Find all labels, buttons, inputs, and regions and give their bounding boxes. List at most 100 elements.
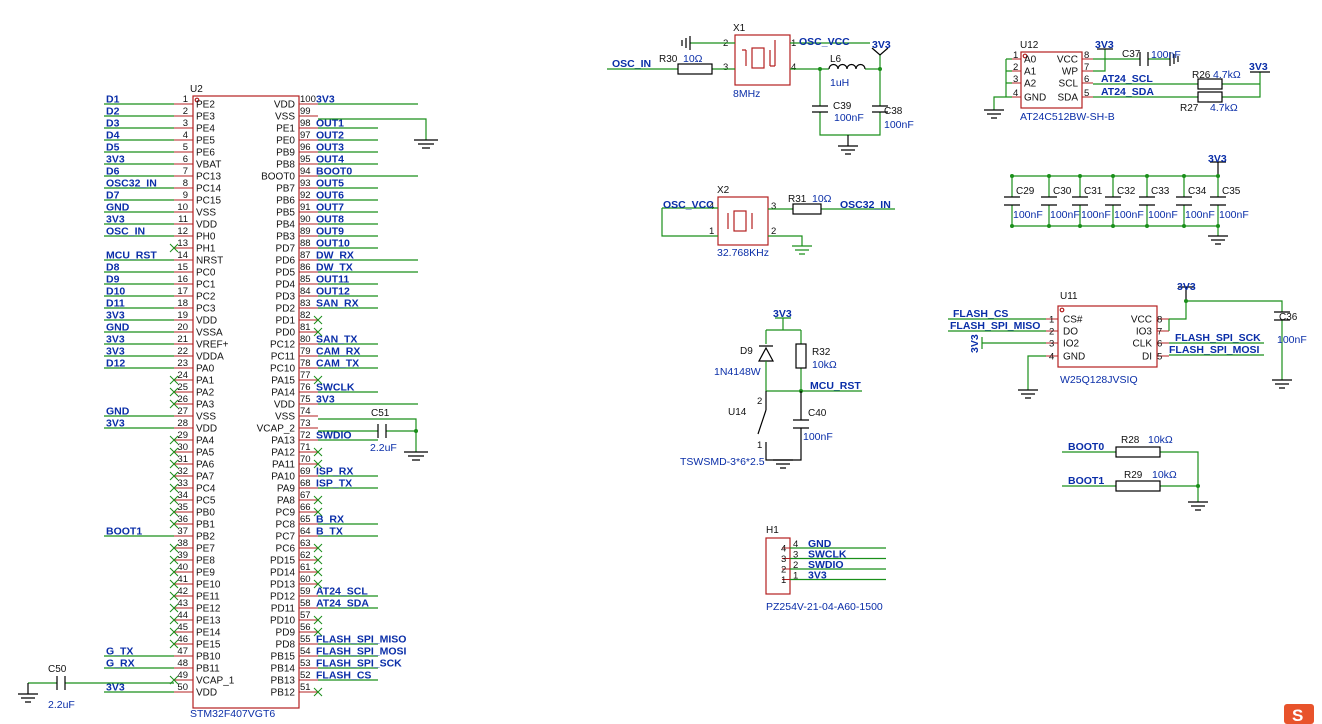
mcu-pin-number: 84 xyxy=(300,286,311,297)
x2-gnd xyxy=(768,235,812,255)
mcu-right-pins: 100VDD 3V399VSS98PE1 OUT197PE0 OUT296PB9 OUT… xyxy=(257,94,418,699)
u11-pin-number: 3 xyxy=(1049,339,1054,350)
r27-symbol xyxy=(1197,91,1223,103)
mcu-pin-number: 100 xyxy=(300,94,316,105)
mcu-net-label: D6 xyxy=(106,166,120,178)
u12-pin-name: A2 xyxy=(1024,79,1037,90)
decoup-cap-list: C29 100nF C30 100nF C31 100nF C32 100nF C33 100nF… xyxy=(1004,174,1249,228)
mcu-pin-number: 21 xyxy=(177,334,188,345)
mcu-pin-number: 23 xyxy=(177,358,188,369)
u12-pin-name: VCC xyxy=(1057,55,1078,66)
decoup-junction xyxy=(1145,174,1149,178)
mcu-net-label: AT24_SCL xyxy=(316,586,368,598)
mcu-pin-number: 87 xyxy=(300,250,311,261)
mcu-pin-name: PE15 xyxy=(196,640,221,651)
boot-gnd-symbol xyxy=(1188,501,1208,511)
mcu-pin-name: PA13 xyxy=(271,436,295,447)
u11-pin1-marker xyxy=(1059,307,1065,313)
mcu-pin-number: 45 xyxy=(177,622,188,633)
mcu-pin-number: 43 xyxy=(177,598,188,609)
mcu-net-label: 3V3 xyxy=(106,154,125,166)
u12-pwr2: 3V3 xyxy=(1249,61,1268,73)
mcu-net-label: OUT8 xyxy=(316,214,344,226)
r26-val: 4.7kΩ xyxy=(1213,69,1241,81)
c51-ref: C51 xyxy=(371,408,390,419)
mcu-net-label: MCU_RST xyxy=(106,250,157,262)
decoup-junction xyxy=(1111,224,1115,228)
mcu-net-label: 3V3 xyxy=(106,214,125,226)
decoup-junction xyxy=(1145,224,1149,228)
mcu-pin-number: 12 xyxy=(177,226,188,237)
h1-pin-num-inside: 1 xyxy=(781,575,786,586)
u11-pin-name: IO2 xyxy=(1063,339,1080,350)
mcu-pin-name: VCAP_1 xyxy=(196,676,235,687)
mcu-pin-number: 32 xyxy=(177,466,188,477)
u12-pin-number: 5 xyxy=(1084,88,1089,99)
c36-val: 100nF xyxy=(1277,334,1307,346)
mcu-pin-name: PC1 xyxy=(196,280,216,291)
decoup-cap-ref: C31 xyxy=(1084,186,1103,197)
mcu-net-label: OUT12 xyxy=(316,286,350,298)
mcu-pin-name: PE3 xyxy=(196,112,215,123)
mcu-net-label: OUT5 xyxy=(316,178,344,190)
mcu-pin-number: 4 xyxy=(183,130,188,141)
mcu-pin-name: PB1 xyxy=(196,520,215,531)
mcu-pin-number: 97 xyxy=(300,130,311,141)
mcu-pin-number: 49 xyxy=(177,670,188,681)
mcu-pin-name: PB11 xyxy=(196,664,220,675)
mcu-net-label: D11 xyxy=(106,298,125,310)
mcu-net-label: 3V3 xyxy=(106,334,125,346)
u11-pins: 1 CS# 2 DO 3 IO2 4 GND 8 VCC 7 IO3 6 CLK 5 DI xyxy=(1046,315,1169,363)
mcu-pin-number: 96 xyxy=(300,142,311,153)
c39-symbol xyxy=(812,105,828,113)
mcu-pin-number: 37 xyxy=(177,526,188,537)
c37-symbol xyxy=(1139,52,1149,66)
c50-gnd-symbol xyxy=(18,683,38,703)
mcu-pin-number: 44 xyxy=(177,610,188,621)
u14-val: TSWSMD-3*6*2.5 xyxy=(680,456,765,468)
mcu-pin-number: 98 xyxy=(300,118,311,129)
mcu-net-label: OUT3 xyxy=(316,142,344,154)
r28-ref: R28 xyxy=(1121,435,1140,446)
mcu-pin-name: VCAP_2 xyxy=(257,424,296,435)
r27-val: 4.7kΩ xyxy=(1210,102,1238,114)
c39-val: 100nF xyxy=(834,112,864,124)
rst-gnd-symbol xyxy=(773,459,793,469)
mcu-net-label: OSC_IN xyxy=(106,226,145,238)
u11-pin-number: 2 xyxy=(1049,327,1054,338)
mcu-pin-name: PA7 xyxy=(196,472,215,483)
mcu-pin-name: PC9 xyxy=(276,508,296,519)
c50-val: 2.2uF xyxy=(48,699,75,711)
u11-pin-name: VCC xyxy=(1131,315,1152,326)
x1-ref: X1 xyxy=(733,23,746,34)
mcu-pin-number: 63 xyxy=(300,538,311,549)
mcu-pin-number: 95 xyxy=(300,154,311,165)
u12-pin-number: 7 xyxy=(1084,62,1089,73)
u12-pin-name: A1 xyxy=(1024,67,1037,78)
mcu-pin-number: 31 xyxy=(177,454,188,465)
mcu-pin-name: PD6 xyxy=(276,256,296,267)
l6-val: 1uH xyxy=(830,77,849,89)
x1-net-oscin: OSC_IN xyxy=(612,58,651,70)
u11-pin-number: 6 xyxy=(1157,339,1162,350)
x2-crystal xyxy=(733,210,747,232)
u11-gnd-wire xyxy=(1027,355,1046,390)
mcu-pin-name: VSS xyxy=(196,208,216,219)
mcu-pin-name: PA9 xyxy=(277,484,296,495)
mcu-net-label: FLASH_CS xyxy=(316,670,371,682)
mcu-pin-name: PD9 xyxy=(276,628,296,639)
mcu-pin-name: PE2 xyxy=(196,100,215,111)
mcu-pin-number: 80 xyxy=(300,334,311,345)
decoup-junction xyxy=(1078,224,1082,228)
mcu-pin-number: 30 xyxy=(177,442,188,453)
decoup-cap-ref: C30 xyxy=(1053,186,1072,197)
u11-pin-number: 5 xyxy=(1157,352,1162,363)
mcu-pin-name: PA1 xyxy=(196,376,215,387)
mcu-pin-number: 62 xyxy=(300,550,311,561)
mcu-pin-number: 86 xyxy=(300,262,311,273)
decoup-cap-symbol xyxy=(1004,196,1020,206)
decoup-cap-symbol xyxy=(1139,196,1155,206)
mcu-net-label: CAM_RX xyxy=(316,346,360,358)
d9-symbol xyxy=(757,345,775,362)
u12-pin-number: 8 xyxy=(1084,50,1089,61)
